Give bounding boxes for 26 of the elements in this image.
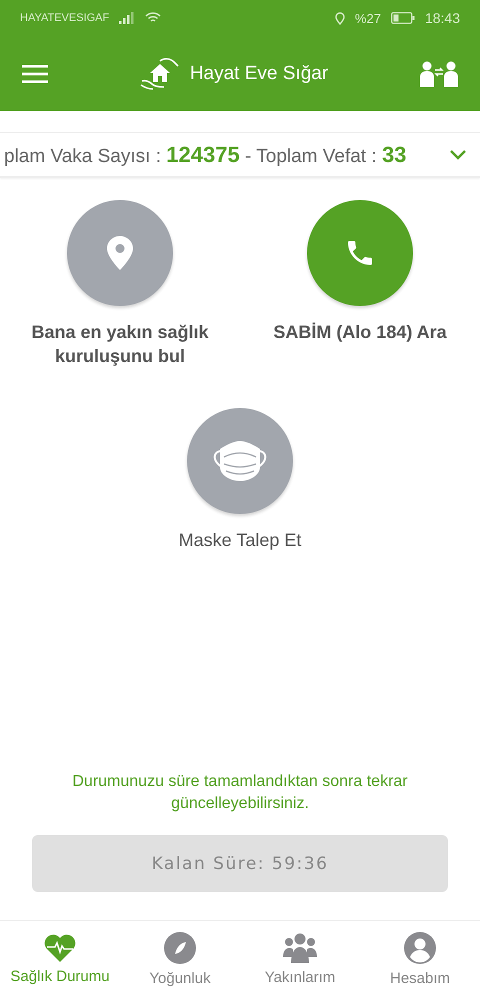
mask-action-button[interactable]: Maske Talep Et — [0, 408, 480, 552]
case-statistics-text: plam Vaka Sayısı : 124375 - Toplam Vefat : 33 — [3, 142, 408, 168]
signal-icon — [119, 12, 136, 24]
nav-tab[interactable]: Yakınlarım — [240, 921, 360, 997]
location-action-button[interactable]: Bana en yakın sağlık kuruluşunu bul — [0, 200, 240, 368]
chevron-down-icon[interactable] — [450, 150, 466, 160]
people-group-icon — [283, 932, 317, 962]
battery-percent: %27 — [354, 10, 381, 26]
wifi-icon — [145, 12, 162, 24]
app-title: Hayat Eve Sığar — [190, 62, 328, 84]
hands-house-icon — [140, 56, 180, 90]
nav-tab[interactable]: Hesabım — [360, 921, 480, 997]
update-notice: Durumunuzu süre tamamlandıktan sonra tekrar güncelleyebilirsiniz. — [71, 772, 409, 814]
nav-tab[interactable]: Yoğunluk — [120, 921, 240, 997]
account-icon — [404, 932, 436, 964]
menu-button[interactable] — [22, 64, 48, 82]
nav-tab[interactable]: Sağlık Durumu — [0, 921, 120, 997]
clock: 18:43 — [424, 10, 460, 26]
phone-action-button[interactable]: SABİM (Alo 184) Ara — [240, 200, 480, 368]
compass-icon — [164, 932, 196, 964]
people-swap-button[interactable] — [420, 60, 458, 86]
location-icon — [334, 12, 345, 24]
battery-icon — [390, 12, 415, 24]
location-pin-icon — [107, 236, 133, 270]
carrier-name: HAYATEVESIGAF — [20, 12, 110, 24]
heart-pulse-icon — [44, 934, 76, 962]
